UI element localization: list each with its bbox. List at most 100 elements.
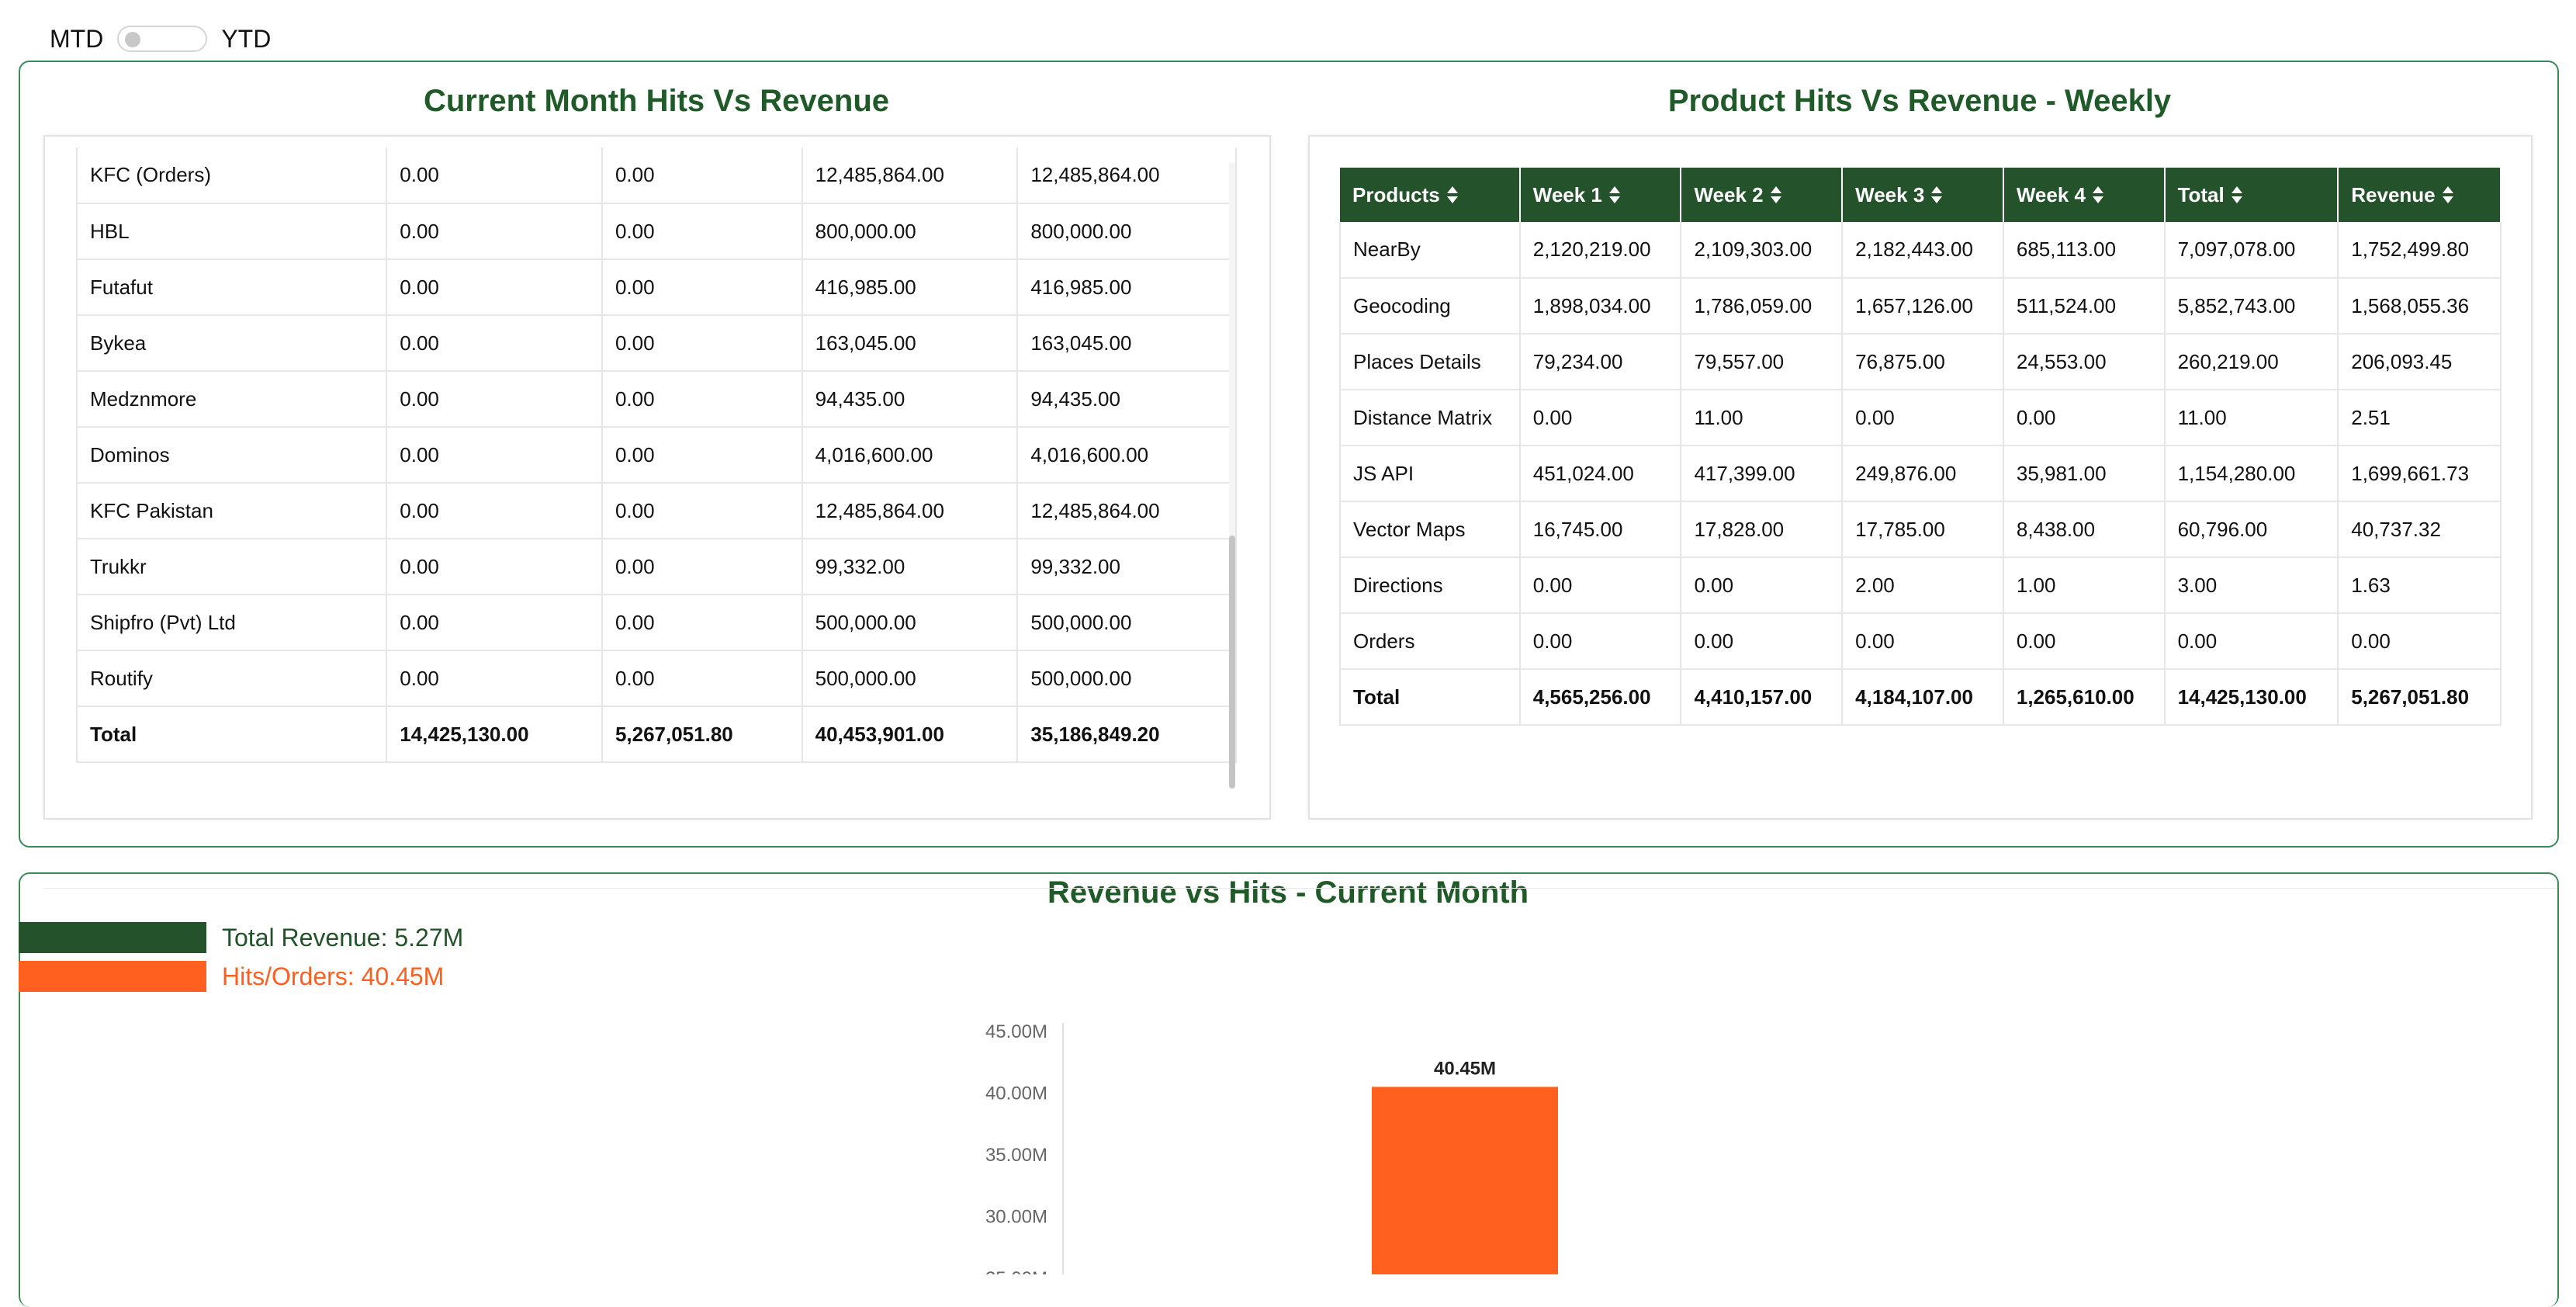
value-cell: 0.00 — [1519, 390, 1682, 446]
sort-icon[interactable] — [2092, 185, 2104, 206]
sort-icon[interactable] — [1446, 185, 1459, 206]
y-tick-label: 25.00M — [985, 1268, 1047, 1274]
table-row: Routify 0.00 0.00 500,000.00 500,000.00 — [76, 650, 1237, 707]
value-cell: 0.00 — [601, 259, 803, 316]
value-cell: 1,657,126.00 — [1842, 278, 2004, 335]
value-cell: 2.00 — [1842, 557, 2004, 614]
value-cell: 11.00 — [1681, 390, 1844, 446]
sort-icon[interactable] — [1770, 185, 1782, 206]
total-cell: 40,453,901.00 — [802, 706, 1019, 763]
product-name-cell: JS API — [1339, 445, 1521, 502]
value-cell: 685,113.00 — [2003, 222, 2166, 279]
value-cell: 1,752,499.80 — [2338, 222, 2502, 279]
value-cell: 12,485,864.00 — [1017, 147, 1237, 204]
value-cell: 2.51 — [2338, 390, 2502, 446]
y-tick-label: 35.00M — [985, 1145, 1047, 1166]
left-table-scrollbar[interactable] — [1229, 163, 1235, 789]
table-row: Dominos 0.00 0.00 4,016,600.00 4,016,600.00 — [76, 427, 1237, 484]
bar-hits-orders[interactable] — [1372, 1087, 1558, 1274]
value-cell: 163,045.00 — [802, 315, 1019, 372]
client-name-cell: Futafut — [76, 259, 388, 316]
client-name-cell: Medznmore — [76, 371, 388, 428]
value-cell: 2,120,219.00 — [1519, 222, 1682, 279]
value-cell: 260,219.00 — [2164, 334, 2339, 390]
value-cell: 1.00 — [2003, 557, 2166, 614]
value-cell: 11.00 — [2164, 390, 2339, 446]
column-header-label: Week 3 — [1855, 182, 1925, 206]
y-tick-label: 40.00M — [985, 1083, 1047, 1104]
total-cell: 35,186,849.20 — [1017, 706, 1237, 763]
column-header[interactable]: Revenue — [2338, 168, 2502, 222]
client-name-cell: Trukkr — [76, 539, 388, 595]
column-header[interactable]: Week 2 — [1681, 168, 1844, 222]
value-cell: 0.00 — [601, 650, 803, 707]
sort-icon[interactable] — [2231, 185, 2243, 206]
mtd-ytd-toggle: MTD YTD — [50, 23, 271, 54]
value-cell: 8,438.00 — [2003, 501, 2166, 558]
sort-icon[interactable] — [1930, 185, 1943, 206]
column-header[interactable]: Week 3 — [1842, 168, 2004, 222]
value-cell: 0.00 — [386, 650, 603, 707]
table-row: Geocoding 1,898,034.00 1,786,059.00 1,657,1… — [1339, 278, 2502, 335]
value-cell: 99,332.00 — [802, 539, 1019, 595]
sort-icon[interactable] — [1608, 185, 1621, 206]
y-tick-label: 45.00M — [985, 1021, 1047, 1042]
column-header-label: Week 2 — [1694, 182, 1764, 206]
value-cell: 0.00 — [601, 427, 803, 484]
value-cell: 0.00 — [386, 427, 603, 484]
value-cell: 17,785.00 — [1842, 501, 2004, 558]
value-cell: 0.00 — [2338, 613, 2502, 670]
column-header[interactable]: Week 4 — [2003, 168, 2166, 222]
value-cell: 1,699,661.73 — [2338, 445, 2502, 502]
bottom-panel-title: Revenue vs Hits - Current Month — [1047, 875, 1529, 910]
table-row: HBL 0.00 0.00 800,000.00 800,000.00 — [76, 203, 1237, 260]
total-cell: Total — [1339, 669, 1521, 726]
value-cell: 163,045.00 — [1017, 315, 1237, 372]
value-cell: 800,000.00 — [1017, 203, 1237, 260]
product-name-cell: Geocoding — [1339, 278, 1521, 335]
legend-label-revenue: Total Revenue: 5.27M — [222, 923, 464, 952]
value-cell: 3.00 — [2164, 557, 2339, 614]
table-row: Trukkr 0.00 0.00 99,332.00 99,332.00 — [76, 539, 1237, 595]
table-row: Medznmore 0.00 0.00 94,435.00 94,435.00 — [76, 371, 1237, 428]
table-row: Bykea 0.00 0.00 163,045.00 163,045.00 — [76, 315, 1237, 372]
column-header[interactable]: Products — [1340, 168, 1521, 222]
client-name-cell: Bykea — [76, 315, 388, 372]
product-name-cell: NearBy — [1339, 222, 1521, 279]
left-panel-title: Current Month Hits Vs Revenue — [423, 84, 890, 118]
value-cell: 12,485,864.00 — [802, 483, 1019, 539]
revenue-hits-bar-chart: 45.00M 40.00M 35.00M 30.00M 25.00M 40.45M — [985, 1021, 1558, 1274]
value-cell: 0.00 — [2003, 613, 2166, 670]
column-header[interactable]: Week 1 — [1519, 168, 1682, 222]
value-cell: 76,875.00 — [1842, 334, 2004, 390]
table-row: Orders 0.00 0.00 0.00 0.00 0.00 0.00 — [1339, 613, 2502, 670]
value-cell: 60,796.00 — [2164, 501, 2339, 558]
bar-value-label: 40.45M — [1434, 1058, 1496, 1079]
value-cell: 0.00 — [386, 147, 603, 204]
scrollbar-thumb[interactable] — [1229, 536, 1235, 789]
table-row: JS API 451,024.00 417,399.00 249,876.00 35,9… — [1339, 445, 2502, 502]
value-cell: 1.63 — [2338, 557, 2502, 614]
client-name-cell: HBL — [76, 203, 388, 260]
mtd-ytd-switch[interactable] — [117, 26, 208, 52]
legend-hits-orders: Hits/Orders: 40.45M — [19, 961, 444, 992]
total-row: Total 14,425,130.00 5,267,051.80 40,453,901… — [76, 706, 1237, 763]
total-cell: 14,425,130.00 — [386, 706, 603, 763]
product-name-cell: Vector Maps — [1339, 501, 1521, 558]
value-cell: 79,557.00 — [1681, 334, 1844, 390]
column-header[interactable]: Total — [2164, 168, 2339, 222]
value-cell: 206,093.45 — [2338, 334, 2502, 390]
value-cell: 24,553.00 — [2003, 334, 2166, 390]
legend-swatch-revenue — [19, 922, 206, 953]
mtd-label: MTD — [50, 24, 104, 53]
value-cell: 5,852,743.00 — [2164, 278, 2339, 335]
value-cell: 0.00 — [386, 315, 603, 372]
sort-icon[interactable] — [2442, 185, 2454, 206]
value-cell: 99,332.00 — [1017, 539, 1237, 595]
client-name-cell: Shipfro (Pvt) Ltd — [76, 595, 388, 651]
value-cell: 416,985.00 — [802, 259, 1019, 316]
title-divider — [43, 888, 2557, 889]
total-row: Total 4,565,256.00 4,410,157.00 4,184,107.0… — [1339, 669, 2502, 726]
ytd-label: YTD — [221, 24, 272, 53]
legend-label-hits: Hits/Orders: 40.45M — [222, 962, 445, 990]
